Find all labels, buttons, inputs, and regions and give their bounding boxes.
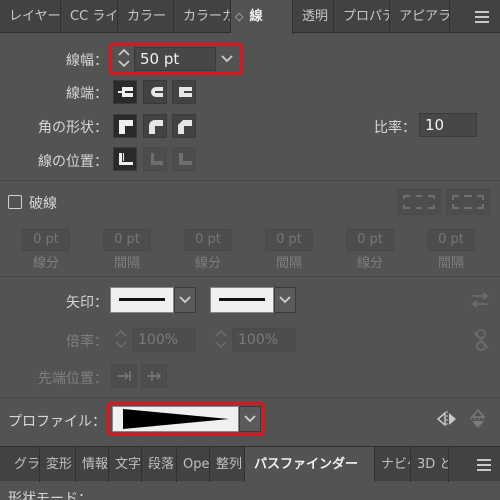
dash-1-label: 線分 — [32, 256, 59, 271]
tab-align[interactable]: 整列 — [210, 447, 245, 482]
arrow-scale-label: 倍率： — [66, 334, 108, 350]
gap-3-label: 間隔 — [437, 256, 464, 271]
tab-graphic-styles[interactable]: グラフィック — [0, 447, 40, 482]
tab-opentype[interactable]: OpenType — [177, 447, 210, 482]
tab-transparency[interactable]: 透明 — [293, 0, 334, 33]
panel-tab-bar: レイヤー CC ライブラリ カラー カラーガイド ◇線 透明 プロパティ アピア… — [0, 0, 500, 34]
scale-end-stepper[interactable] — [211, 328, 231, 350]
divider — [0, 276, 500, 277]
dash-2-input[interactable]: 0 pt — [184, 229, 232, 251]
dash-1-input[interactable]: 0 pt — [22, 229, 70, 251]
dash-preserve-icon[interactable] — [397, 189, 441, 215]
gap-2-label: 間隔 — [275, 256, 302, 271]
tab-navigator[interactable]: ナビゲーター — [375, 447, 411, 482]
align-center-button[interactable] — [113, 147, 137, 171]
divider — [0, 180, 500, 181]
dash-3-label: 線分 — [356, 256, 383, 271]
shape-modes-label: 形状モード： — [8, 491, 92, 500]
dashed-line-label: 破線 — [29, 196, 57, 212]
corner-label: 角の形状： — [38, 120, 108, 136]
tab-appearance[interactable]: アピアランス — [390, 0, 450, 33]
dashed-line-checkbox[interactable] — [8, 195, 22, 209]
stroke-cap-label: 線端： — [66, 86, 108, 102]
bevel-join-button[interactable] — [172, 114, 196, 138]
tab-color[interactable]: カラー — [118, 0, 174, 33]
divider — [0, 397, 500, 398]
align-outside-button[interactable] — [172, 147, 196, 171]
gap-3-input[interactable]: 0 pt — [427, 229, 475, 251]
projecting-cap-button[interactable] — [172, 80, 196, 104]
tab-paragraph[interactable]: 段落 — [142, 447, 177, 482]
tab-3d[interactable]: 3D と — [411, 447, 449, 482]
tab-stroke-label: 線 — [249, 9, 263, 24]
dash-2-label: 線分 — [194, 256, 221, 271]
align-inside-button[interactable] — [143, 147, 167, 171]
miter-limit-label: 比率： — [374, 120, 416, 136]
butt-cap-button[interactable] — [113, 80, 137, 104]
tab-cc-libraries[interactable]: CC ライブラリ — [61, 0, 118, 33]
highlight-box-profile — [107, 402, 265, 436]
tab-pathfinder[interactable]: パスファインダー — [245, 447, 375, 482]
round-join-button[interactable] — [143, 114, 167, 138]
align-stroke-label: 線の位置： — [38, 154, 108, 170]
end-arrowhead-chevron-icon[interactable] — [274, 287, 296, 313]
end-arrowhead-select[interactable] — [210, 287, 274, 313]
miter-limit-input[interactable]: 10 — [419, 113, 477, 137]
tab-info[interactable]: 情報 — [76, 447, 109, 482]
tab-stroke[interactable]: ◇ 線 — [231, 0, 293, 34]
round-cap-button[interactable] — [143, 80, 167, 104]
gap-2-input[interactable]: 0 pt — [265, 229, 313, 251]
gap-1-label: 間隔 — [113, 256, 140, 271]
start-arrowhead-chevron-icon[interactable] — [174, 287, 196, 313]
panel-menu-icon[interactable] — [470, 0, 494, 33]
arrow-extend-button[interactable] — [111, 364, 137, 388]
tab-character[interactable]: 文字 — [109, 447, 142, 482]
tab-color-guide[interactable]: カラーガイド — [174, 0, 231, 33]
bottom-panel-tab-bar: グラフィック 変形 情報 文字 段落 OpenType 整列 パスファインダー … — [0, 446, 500, 482]
miter-join-button[interactable] — [113, 114, 137, 138]
tab-layers[interactable]: レイヤー — [0, 0, 61, 33]
flip-across-icon[interactable] — [468, 408, 488, 429]
dash-3-input[interactable]: 0 pt — [346, 229, 394, 251]
scale-start-stepper[interactable] — [111, 328, 131, 350]
start-arrowhead-select[interactable] — [110, 287, 174, 313]
swap-arrowheads-icon[interactable] — [469, 290, 491, 310]
highlight-box-weight — [109, 43, 243, 75]
bottom-panel-menu-icon[interactable] — [472, 447, 496, 482]
scale-start-input[interactable]: 100% — [132, 328, 196, 352]
stroke-weight-label: 線幅： — [66, 53, 108, 69]
arrow-place-button[interactable] — [141, 364, 167, 388]
arrow-align-label: 先端位置： — [38, 371, 108, 387]
tab-properties[interactable]: プロパティ — [334, 0, 390, 33]
profile-label: プロファイル： — [8, 414, 106, 430]
dash-align-corners-icon[interactable] — [446, 189, 490, 215]
arrowhead-label: 矢印： — [66, 295, 108, 311]
link-scale-icon[interactable] — [472, 328, 490, 352]
flip-along-icon[interactable] — [436, 409, 457, 429]
tab-transform[interactable]: 変形 — [40, 447, 76, 482]
gap-1-input[interactable]: 0 pt — [103, 229, 151, 251]
panel-options-icon: ◇ — [235, 10, 244, 23]
scale-end-input[interactable]: 100% — [232, 328, 296, 352]
